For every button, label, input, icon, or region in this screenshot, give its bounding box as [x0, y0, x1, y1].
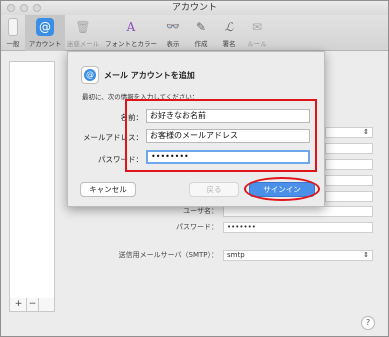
toolbar-label-composing: 作成 — [194, 40, 208, 48]
toolbar-item-viewing[interactable]: 👓 表示 — [159, 15, 187, 51]
smtp-label: 送信用メールサーバ（SMTP）： — [118, 251, 218, 259]
toolbar-item-accounts[interactable]: @ アカウント — [25, 15, 65, 51]
minimize-window-button[interactable] — [20, 4, 28, 12]
account-list-controls: + − — [9, 298, 55, 312]
toolbar-item-signatures[interactable]: ℒ 署名 — [215, 15, 243, 51]
pencil-icon: ✎ — [195, 20, 207, 34]
account-field-4[interactable] — [325, 191, 373, 202]
toolbar-label-general: 一般 — [6, 40, 20, 48]
glasses-icon: 👓 — [166, 20, 180, 33]
username-field[interactable] — [223, 206, 373, 217]
toolbar-label-fonts-colors: フォントとカラー — [105, 40, 157, 48]
toolbar-label-accounts: アカウント — [28, 40, 62, 48]
add-account-button[interactable]: + — [12, 298, 25, 311]
toolbar-item-rules[interactable]: ✉ ルール — [243, 15, 271, 51]
highlight-ellipse — [244, 177, 320, 201]
account-list[interactable] — [9, 61, 55, 299]
switch-icon — [8, 18, 18, 36]
close-window-button[interactable] — [7, 4, 15, 12]
at-icon: @ — [36, 18, 54, 36]
account-type-popup[interactable]: ⇕ — [325, 127, 373, 138]
toolbar: 一般 @ アカウント 🗑 迷惑メール A フォントとカラー 👓 表示 ✎ 作成 … — [1, 15, 388, 51]
back-button[interactable]: 戻る — [189, 182, 239, 197]
toolbar-item-junk[interactable]: 🗑 迷惑メール — [65, 15, 101, 51]
account-field-2[interactable] — [325, 159, 373, 170]
account-field-3[interactable] — [325, 175, 373, 186]
preferences-window: アカウント 一般 @ アカウント 🗑 迷惑メール A フォントとカラー 👓 表示… — [0, 0, 389, 337]
signature-icon: ℒ — [224, 20, 234, 34]
smtp-popup[interactable]: smtp ⇕ — [223, 250, 373, 261]
password-row: パスワード： ••••••• — [1, 222, 388, 233]
trash-icon: 🗑 — [75, 20, 91, 34]
username-label: ユーザ名： — [183, 207, 218, 215]
toolbar-label-viewing: 表示 — [166, 40, 180, 48]
chevron-updown-icon: ⇕ — [363, 128, 369, 136]
toolbar-item-general[interactable]: 一般 — [3, 15, 23, 51]
toolbar-item-composing[interactable]: ✎ 作成 — [187, 15, 215, 51]
mail-account-icon: @ — [81, 66, 99, 84]
smtp-value: smtp — [227, 251, 245, 259]
remove-account-button[interactable]: − — [26, 298, 39, 311]
sheet-title: メール アカウントを追加 — [104, 71, 195, 80]
help-button[interactable]: ? — [361, 316, 375, 330]
password-label: パスワード： — [176, 223, 218, 231]
highlight-box — [125, 99, 317, 172]
toolbar-label-signatures: 署名 — [222, 40, 236, 48]
font-icon: A — [126, 20, 136, 34]
toolbar-item-fonts-colors[interactable]: A フォントとカラー — [103, 15, 159, 51]
zoom-window-button[interactable] — [33, 4, 41, 12]
chevron-updown-icon: ⇕ — [363, 251, 369, 259]
window-title: アカウント — [171, 3, 217, 13]
username-row: ユーザ名： — [1, 206, 388, 217]
account-field-1[interactable] — [325, 143, 373, 154]
title-bar: アカウント — [1, 1, 388, 15]
toolbar-label-rules: ルール — [247, 40, 267, 48]
toolbar-label-junk: 迷惑メール — [66, 40, 100, 48]
smtp-row: 送信用メールサーバ（SMTP）： smtp ⇕ — [1, 250, 388, 261]
envelope-icon: ✉ — [251, 20, 263, 34]
password-field[interactable]: ••••••• — [223, 222, 373, 233]
cancel-button[interactable]: キャンセル — [80, 182, 136, 197]
